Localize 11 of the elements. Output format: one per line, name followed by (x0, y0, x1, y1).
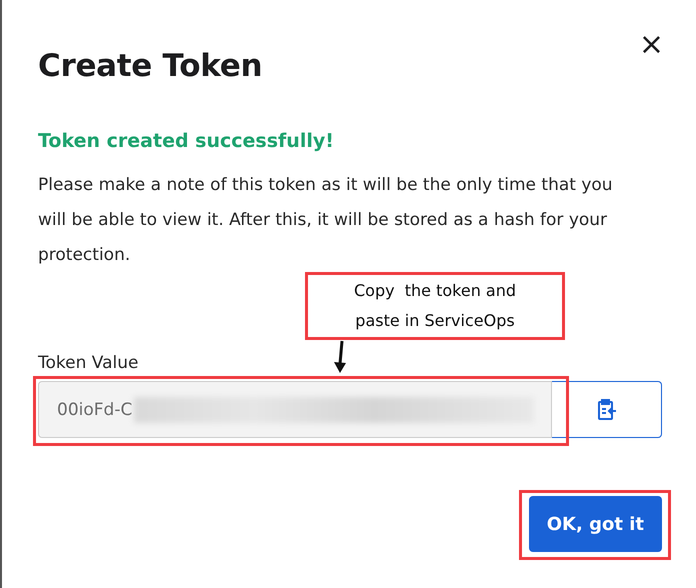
copy-button[interactable] (552, 381, 662, 438)
dialog-title: Create Token (38, 48, 264, 84)
success-message: Token created successfully! (38, 130, 335, 152)
token-field[interactable]: 00ioFd-C (38, 381, 552, 438)
annotation-callout: Copy the token and paste in ServiceOps (305, 272, 565, 340)
field-label: Token Value (38, 353, 138, 373)
annotation-arrow (333, 340, 347, 374)
clipboard-icon (596, 398, 616, 420)
info-paragraph: Please make a note of this token as it will be the only time that you will be able to view it. After this, it will be stored as a hash for your protection. (38, 174, 614, 267)
close-button[interactable]: × (638, 30, 664, 60)
confirm-button[interactable]: OK, got it (528, 496, 662, 552)
